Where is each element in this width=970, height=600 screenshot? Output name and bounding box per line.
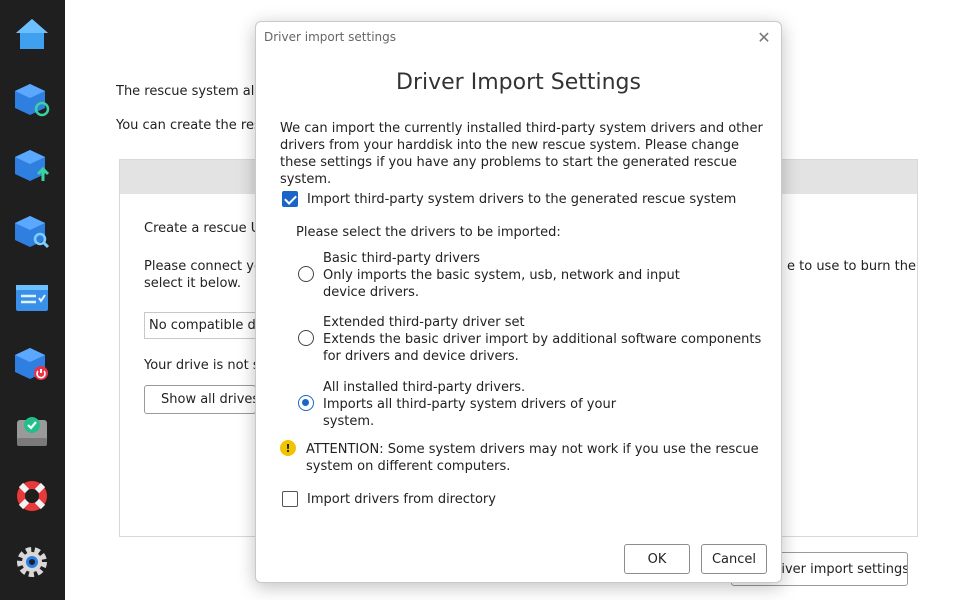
create-rescue-text: Create a rescue US <box>144 221 269 236</box>
option-extended-title: Extended third-party driver set <box>323 315 525 330</box>
drive-check-icon[interactable] <box>12 410 52 450</box>
option-extended-desc-2: for drivers and device drivers. <box>323 349 519 364</box>
intro-text-line-1: The rescue system allow <box>116 84 277 99</box>
drive-not-shown-text: Your drive is not sh <box>144 358 268 373</box>
intro-text-line-2: You can create the rescu <box>116 118 277 133</box>
import-third-party-checkbox[interactable] <box>282 191 298 207</box>
cancel-button[interactable]: Cancel <box>701 544 767 574</box>
warning-text: ATTENTION: Some system drivers may not w… <box>306 442 759 474</box>
search-backup-icon[interactable] <box>12 212 52 252</box>
option-basic-drivers: Basic third-party drivers Only imports t… <box>323 250 680 301</box>
connect-text-right: e to use to burn the <box>787 259 916 274</box>
radio-basic-drivers[interactable] <box>298 266 314 282</box>
connect-text-line-1: Please connect you <box>144 259 271 274</box>
driver-import-dialog: Driver import settings ✕ Driver Import S… <box>255 21 782 583</box>
option-all-drivers: All installed third-party drivers. Impor… <box>323 379 616 430</box>
task-list-icon[interactable] <box>12 278 52 318</box>
upload-backup-icon[interactable] <box>12 146 52 186</box>
option-basic-desc-1: Only imports the basic system, usb, netw… <box>323 268 680 283</box>
dialog-heading: Driver Import Settings <box>396 70 641 95</box>
warning-icon: ! <box>280 440 296 456</box>
import-from-directory-label: Import drivers from directory <box>307 492 496 507</box>
show-all-drives-button[interactable]: Show all drives <box>144 385 256 414</box>
dialog-intro-text: We can import the currently installed th… <box>280 121 763 187</box>
option-all-title: All installed third-party drivers. <box>323 380 526 395</box>
ok-button[interactable]: OK <box>624 544 690 574</box>
radio-extended-drivers[interactable] <box>298 330 314 346</box>
select-drivers-prompt: Please select the drivers to be imported… <box>296 225 561 240</box>
dialog-window-title: Driver import settings <box>264 30 397 44</box>
option-extended-desc-1: Extends the basic driver import by addit… <box>323 332 762 347</box>
option-basic-title: Basic third-party drivers <box>323 251 481 266</box>
option-all-desc-1: Imports all third-party system drivers o… <box>323 397 617 412</box>
sidebar <box>0 0 65 600</box>
connect-text-line-2: select it below. <box>144 276 241 291</box>
import-third-party-label: Import third-party system drivers to the… <box>307 192 737 207</box>
settings-gear-icon[interactable] <box>12 542 52 582</box>
close-icon[interactable]: ✕ <box>753 26 775 48</box>
option-all-desc-2: system. <box>323 414 375 429</box>
rescue-lifebuoy-icon[interactable] <box>12 476 52 516</box>
home-icon[interactable] <box>12 14 52 54</box>
drive-select[interactable]: No compatible dri <box>144 312 269 339</box>
import-from-directory-checkbox[interactable] <box>282 491 298 507</box>
dialog-titlebar: Driver import settings ✕ <box>256 22 781 52</box>
option-basic-desc-2: device drivers. <box>323 285 419 300</box>
radio-all-drivers[interactable] <box>298 395 314 411</box>
backup-refresh-icon[interactable] <box>12 80 52 120</box>
option-extended-drivers: Extended third-party driver set Extends … <box>323 314 761 365</box>
power-backup-icon[interactable] <box>12 344 52 384</box>
